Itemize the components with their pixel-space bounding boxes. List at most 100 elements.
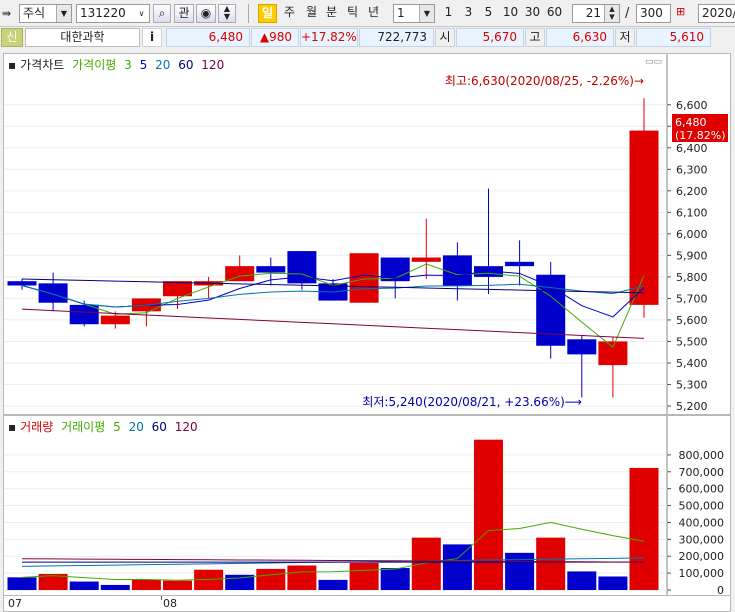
x-label-07: 07 (8, 597, 22, 610)
volume-bar (256, 568, 286, 590)
market-value: 주식 (23, 6, 46, 20)
volume-bar (7, 577, 37, 590)
chevron-down-icon: ∨ (134, 5, 149, 22)
unit-value: 1 (397, 6, 405, 20)
volume-bar (318, 579, 348, 590)
low-price: 5,610 (636, 28, 711, 47)
speaker-button[interactable]: ◉ (196, 4, 216, 23)
high-annotation: 최고:6,630(2020/08/25, -2.26%)→ (445, 74, 644, 88)
separator (248, 4, 249, 23)
current-price: 6,480 (166, 28, 250, 47)
page-current-input[interactable]: 21 ▲ ▼ (572, 4, 620, 23)
y-tick-label: 5,900 (676, 249, 708, 262)
y-tick-label: 6,400 (676, 142, 708, 155)
volume-bar (598, 576, 628, 590)
high-price: 6,630 (546, 28, 614, 47)
candle-body (536, 274, 566, 346)
y-tick-label: 6,000 (676, 228, 708, 241)
price-change: ▲980 (251, 28, 299, 47)
trade-volume: 722,773 (359, 28, 434, 47)
spin-icon: ▲ ▼ (604, 5, 619, 22)
y-tick-label: 5,700 (676, 292, 708, 305)
candle-body (100, 315, 130, 325)
low-annotation: 최저:5,240(2020/08/21, +23.66%)⟶ (362, 395, 582, 409)
volume-bar (474, 439, 503, 590)
candle-body (7, 281, 37, 286)
candle-body (567, 339, 597, 355)
price-chart-panel[interactable]: ▪ 가격차트 가격이평 3 5 20 60 120 ▭▭ 5,200 5,300 5,… (3, 53, 731, 415)
volume-bar (69, 581, 99, 590)
volume-bar (442, 544, 472, 590)
chevron-down-icon: ▼ (56, 5, 71, 22)
y-tick-label: 5,400 (676, 357, 708, 370)
x-tick (161, 596, 162, 600)
y-tick-label: 5,600 (676, 314, 708, 327)
date-input[interactable]: 2020/08/27 (698, 4, 735, 23)
page-separator: / (625, 6, 630, 21)
low-label: 저 (615, 28, 635, 47)
market-select[interactable]: 주식 ▼ (19, 4, 72, 23)
y-tick-label: 5,300 (676, 378, 708, 391)
stock-name: 대한과학 (25, 28, 140, 47)
candle-body (505, 261, 535, 267)
period-month-button[interactable]: 월 (302, 4, 321, 23)
volume-bar (287, 565, 317, 590)
interval-30-button[interactable]: 30 (522, 4, 543, 23)
y-tick-label: 500,000 (679, 500, 725, 513)
volume-bar (131, 579, 161, 590)
speaker-icon: ◉ (200, 6, 212, 20)
y-tick-label: 6,200 (676, 185, 708, 198)
chevron-down-icon: ▼ (419, 5, 434, 22)
period-year-button[interactable]: 년 (364, 4, 383, 23)
volume-bar (629, 467, 659, 590)
y-tick-label: 600,000 (679, 483, 725, 496)
grid-icon[interactable]: ⊞ (676, 5, 685, 24)
period-minute-button[interactable]: 분 (322, 4, 341, 23)
period-tick-button[interactable]: 틱 (343, 4, 362, 23)
y-tick-label: 300,000 (679, 533, 725, 546)
x-label-08: 08 (163, 597, 177, 610)
period-day-button[interactable]: 일 (258, 4, 277, 23)
listing-badge: 신 (1, 28, 23, 47)
search-icon: ⌕ (158, 6, 166, 20)
interval-5-button[interactable]: 5 (480, 4, 497, 23)
interval-60-button[interactable]: 60 (544, 4, 565, 23)
code-input[interactable]: 131220 ∨ (76, 4, 150, 23)
y-tick-label: 6,100 (676, 206, 708, 219)
high-label: 고 (525, 28, 545, 47)
candle-body (163, 281, 192, 297)
menu-arrow-icon[interactable]: ⇛ (2, 7, 16, 21)
search-button[interactable]: ⌕ (153, 4, 171, 23)
volume-bar (505, 552, 535, 590)
open-label: 시 (435, 28, 455, 47)
volume-bar (567, 571, 597, 590)
interval-10-button[interactable]: 10 (500, 4, 521, 23)
unit-select[interactable]: 1 ▼ (393, 4, 435, 23)
y-tick-label: 700,000 (679, 466, 725, 479)
candle-body (442, 255, 472, 286)
related-button[interactable]: 관 (174, 4, 194, 23)
period-week-button[interactable]: 주 (280, 4, 299, 23)
candle-body (38, 283, 68, 303)
volume-chart: 0 100,000 200,000 300,000 400,000 500,000 600,… (4, 416, 725, 595)
page-current-value: 21 (585, 6, 601, 20)
page-total-input[interactable]: 300 (636, 4, 671, 23)
code-stepper[interactable]: ▲ ▼ (218, 4, 236, 23)
candle-body (349, 253, 379, 303)
candle-body (411, 257, 441, 262)
interval-1-button[interactable]: 1 (440, 4, 457, 23)
volume-bar (163, 580, 192, 590)
y-tick-label: 5,800 (676, 271, 708, 284)
price-chart: 5,200 5,300 5,400 5,500 5,600 5,700 5,800 5,900… (4, 54, 728, 414)
candle-body (225, 266, 255, 282)
last-price-tag-rate: (17.82%) (675, 129, 726, 142)
interval-3-button[interactable]: 3 (460, 4, 477, 23)
y-tick-label: 100,000 (679, 567, 725, 580)
y-tick-label: 200,000 (679, 550, 725, 563)
info-button[interactable]: i (142, 28, 162, 47)
volume-chart-panel[interactable]: ▪ 거래량 거래이평 5 20 60 120 0 100,000 200,000 300… (3, 415, 731, 596)
volume-bar (536, 537, 566, 590)
candle-body (598, 341, 628, 366)
volume-bar (349, 562, 379, 590)
y-tick-label: 800,000 (679, 449, 725, 462)
